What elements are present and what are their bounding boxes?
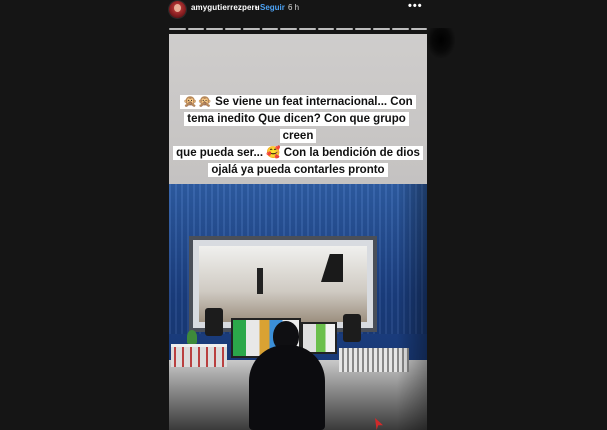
progress-segment — [280, 28, 298, 30]
studio-monitor-right — [343, 314, 361, 342]
follow-button[interactable]: Seguir — [260, 3, 285, 12]
next-story-shadow — [427, 28, 455, 58]
username[interactable]: amygutierrezperu — [191, 3, 260, 12]
progress-segment — [336, 28, 353, 30]
progress-segment — [243, 28, 260, 30]
caption-line: ojalá ya pueda contarles pronto — [208, 163, 388, 177]
progress-segment — [224, 28, 242, 30]
person-body — [249, 345, 325, 430]
more-horizontal-icon[interactable]: ••• — [408, 0, 423, 12]
story-header: amygutierrezperu • Seguir 6 h ••• — [0, 0, 607, 18]
story-caption: 🙊🙊 Se viene un feat internacional... Con… — [169, 94, 427, 179]
progress-segment — [410, 28, 428, 30]
caption-line: que pueda ser... 🥰 Con la bendición de d… — [173, 146, 423, 160]
progress-segment — [391, 28, 409, 30]
progress-segment — [187, 28, 205, 30]
photo-shade — [397, 184, 427, 430]
caption-line: tema inedito Que dicen? Con que grupo cr… — [184, 112, 409, 143]
profile-avatar[interactable] — [169, 1, 186, 18]
progress-segment — [169, 28, 186, 30]
progress-segment — [317, 28, 335, 30]
progress-segment — [373, 28, 390, 30]
progress-segment — [354, 28, 372, 30]
studio-monitor-left — [205, 308, 223, 336]
person-silhouette — [249, 321, 325, 430]
story-frame[interactable]: 🙊🙊 Se viene un feat internacional... Con… — [169, 34, 427, 430]
mixer-console-left — [171, 344, 227, 367]
microphone-stand — [257, 268, 263, 294]
caption-line: 🙊🙊 Se viene un feat internacional... Con — [180, 95, 416, 109]
separator-dot: • — [255, 3, 258, 12]
post-time: 6 h — [288, 3, 300, 12]
studio-photo — [169, 184, 427, 430]
progress-segment — [299, 28, 316, 30]
booth-interior — [199, 246, 367, 322]
progress-segment — [261, 28, 279, 30]
progress-segment — [206, 28, 223, 30]
story-progress-bar — [169, 28, 428, 30]
plant-decoration — [187, 330, 197, 344]
booth-lamp — [321, 254, 343, 282]
